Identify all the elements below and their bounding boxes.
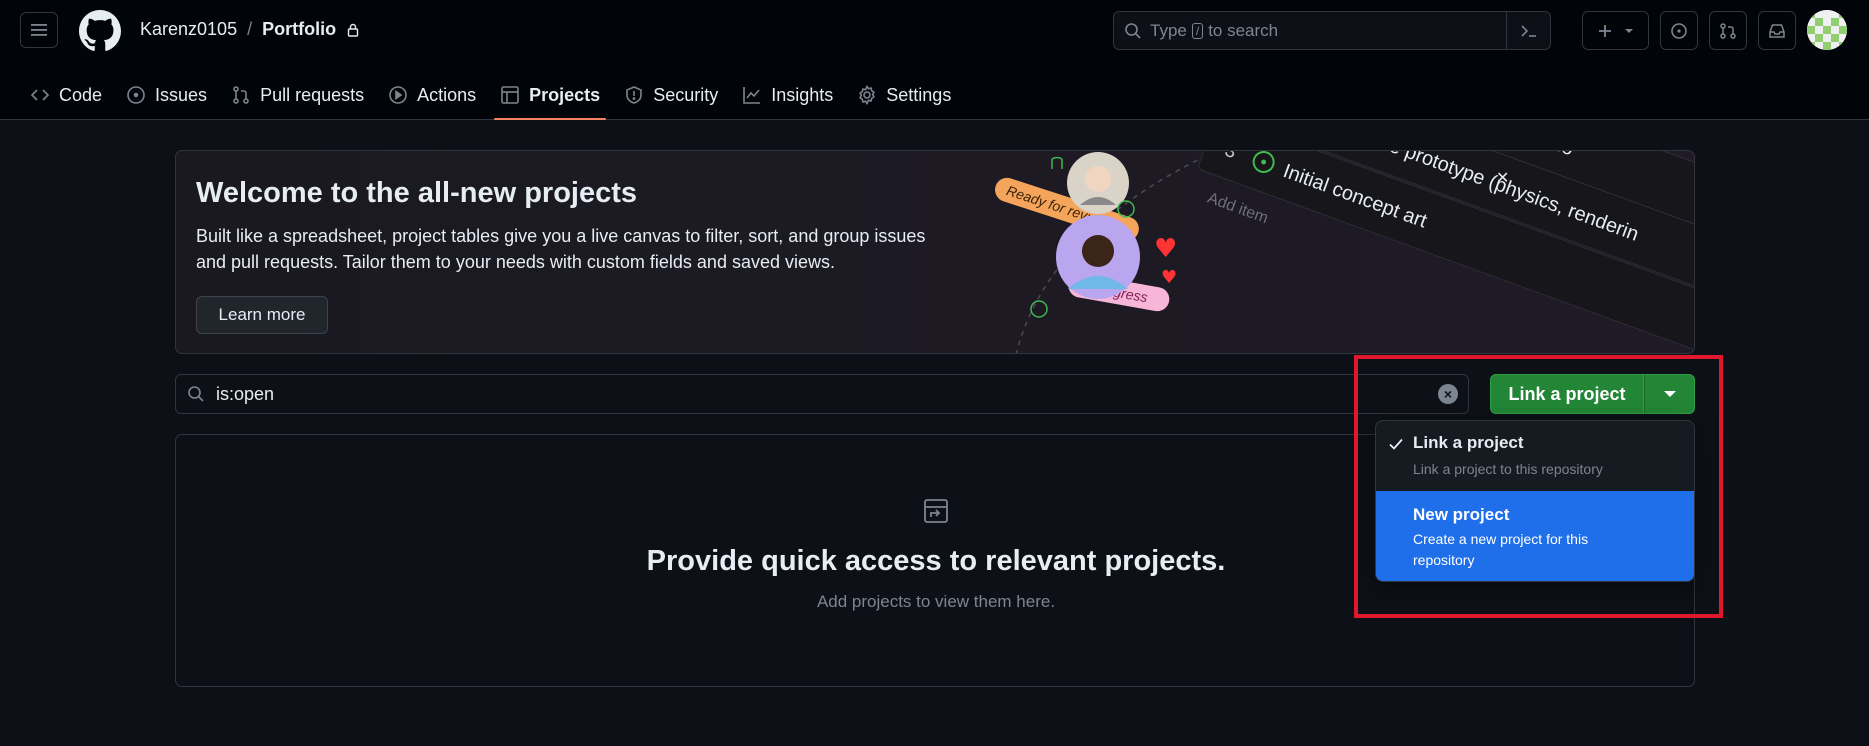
lock-icon [347, 23, 359, 37]
inbox-button[interactable] [1758, 11, 1796, 50]
terminal-icon [1520, 24, 1536, 37]
heart-icon: ♥ [1154, 234, 1177, 264]
chevron-down-icon [1624, 28, 1633, 33]
hamburger-icon [31, 24, 47, 36]
breadcrumb: Karenz0105 / Portfolio [140, 19, 360, 40]
gear-icon [859, 85, 876, 105]
github-logo-icon[interactable] [79, 10, 121, 52]
inbox-icon [1769, 23, 1785, 38]
tab-insights[interactable]: Insights [730, 70, 845, 120]
tab-security[interactable]: Security [612, 70, 730, 120]
tab-label: Code [59, 84, 103, 105]
create-new-button[interactable] [1582, 11, 1649, 50]
tab-projects[interactable]: Projects [488, 70, 612, 120]
banner-body: Built like a spreadsheet, project tables… [196, 226, 926, 272]
filter-query: is:open [216, 383, 275, 404]
banner-title: Welcome to the all-new projects [196, 177, 638, 209]
learn-more-button[interactable]: Learn more [196, 296, 328, 334]
play-icon [389, 86, 407, 104]
repo-nav: Code Issues Pull requests Actions Projec… [0, 70, 963, 120]
banner-illustration: 3 Initial concept art 2 Engine prototype… [995, 151, 1694, 353]
app-header: Karenz0105 / Portfolio Type / to search … [0, 0, 1869, 120]
projects-welcome-banner: Welcome to the all-new projects Built li… [175, 150, 1695, 354]
tab-label: Insights [771, 84, 834, 105]
issues-button[interactable] [1660, 11, 1698, 50]
tab-label: Settings [886, 84, 952, 105]
breadcrumb-separator: / [247, 19, 253, 39]
tab-label: Security [653, 84, 719, 105]
pull-request-icon [1720, 22, 1736, 39]
shield-icon [626, 86, 643, 104]
avatar[interactable] [1807, 10, 1847, 50]
issue-icon [127, 86, 145, 104]
ghost-x-icon: ✕ [1496, 170, 1509, 187]
search-placeholder-prefix: Type [1150, 20, 1187, 40]
issue-icon [1671, 22, 1687, 39]
code-icon [30, 89, 50, 101]
heart-icon: ♥ [1161, 267, 1177, 288]
search-input[interactable]: Type / to search [1113, 11, 1551, 50]
project-filter-input[interactable]: is:open × [175, 374, 1469, 414]
graph-icon [743, 87, 761, 104]
tab-label: Pull requests [260, 84, 365, 105]
tab-actions[interactable]: Actions [376, 70, 488, 120]
owner-link[interactable]: Karenz0105 [140, 19, 237, 40]
menu-button[interactable] [20, 12, 58, 48]
plus-icon [1598, 24, 1611, 37]
tab-code[interactable]: Code [18, 70, 114, 120]
pull-request-icon [233, 86, 249, 104]
table-icon [501, 86, 519, 104]
tab-settings[interactable]: Settings [845, 70, 963, 120]
search-icon [1125, 22, 1141, 39]
highlight-annotation-box [1354, 355, 1723, 618]
search-shortcut-key: / [1191, 22, 1204, 39]
repo-link[interactable]: Portfolio [262, 19, 336, 40]
project-symlink-icon [924, 499, 948, 523]
tab-label: Issues [155, 84, 208, 105]
add-item-text: Add item [1205, 190, 1270, 228]
search-placeholder-suffix: to search [1208, 20, 1279, 40]
tab-pull-requests[interactable]: Pull requests [219, 70, 376, 120]
search-icon [188, 386, 204, 402]
pull-requests-button[interactable] [1709, 11, 1747, 50]
tab-label: Actions [417, 84, 477, 105]
tab-label: Projects [529, 84, 601, 105]
tab-issues[interactable]: Issues [114, 70, 219, 120]
command-palette-button[interactable] [1506, 12, 1550, 49]
identicon-icon [1807, 10, 1847, 50]
